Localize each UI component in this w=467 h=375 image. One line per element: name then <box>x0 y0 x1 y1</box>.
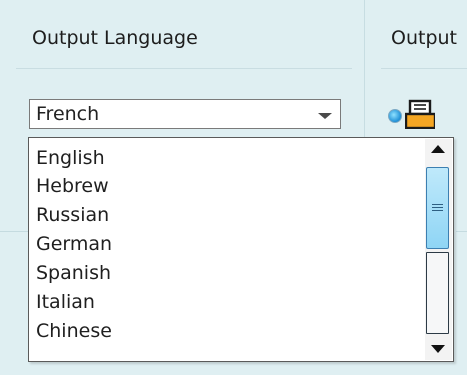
output-language-select[interactable]: French <box>29 99 341 129</box>
language-option[interactable]: English <box>36 147 105 169</box>
grip-line <box>432 207 443 208</box>
language-option[interactable]: German <box>36 233 112 255</box>
output-settings-panel: Output Language French Output English He… <box>0 0 467 375</box>
grip-line <box>432 210 443 211</box>
dropdown-scrollbar[interactable] <box>425 139 452 360</box>
language-option[interactable]: Chinese <box>36 320 112 342</box>
output-printer-radio[interactable] <box>388 109 402 123</box>
language-option[interactable]: Spanish <box>36 262 111 284</box>
language-option[interactable]: Hebrew <box>36 175 109 197</box>
language-option[interactable]: Russian <box>36 204 109 226</box>
scroll-thumb[interactable] <box>426 167 449 249</box>
scroll-track[interactable] <box>425 164 452 335</box>
printer-icon <box>405 99 435 129</box>
section-divider <box>0 231 30 232</box>
section-divider <box>456 231 467 232</box>
header-divider <box>16 68 352 69</box>
header-divider <box>381 68 467 69</box>
language-option[interactable]: Italian <box>36 291 95 313</box>
grip-line <box>432 204 443 205</box>
selected-language-value: French <box>36 103 100 125</box>
scroll-down-arrow-icon[interactable] <box>431 345 445 353</box>
output-header: Output <box>391 27 457 49</box>
language-dropdown-list[interactable]: English Hebrew Russian German Spanish It… <box>28 137 454 362</box>
scroll-track-remainder[interactable] <box>426 252 449 334</box>
output-language-header: Output Language <box>32 27 198 49</box>
chevron-down-icon[interactable] <box>318 113 332 119</box>
scroll-up-arrow-icon[interactable] <box>431 145 445 153</box>
